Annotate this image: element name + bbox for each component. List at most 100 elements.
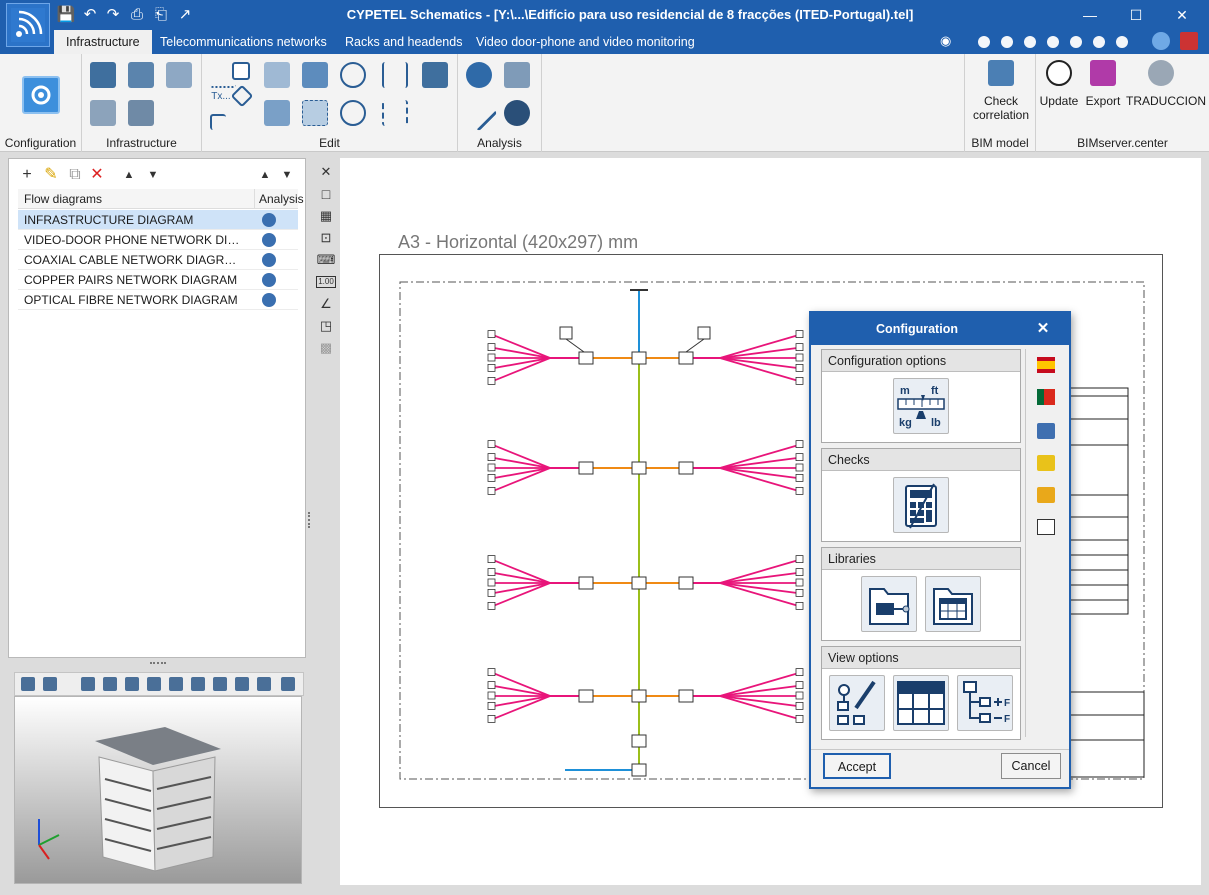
tab-telecommunications-networks[interactable]: Telecommunications networks bbox=[148, 30, 339, 54]
add-icon[interactable]: + bbox=[17, 165, 37, 185]
satellite-dish-icon[interactable] bbox=[128, 62, 154, 88]
delete-icon[interactable]: ✕ bbox=[87, 165, 107, 185]
checks-calculator-icon[interactable] bbox=[893, 477, 949, 533]
analyse-refresh-icon[interactable] bbox=[466, 62, 492, 88]
import-icon[interactable] bbox=[1037, 423, 1055, 439]
svg-text:F: F bbox=[1004, 698, 1010, 709]
marker-icon[interactable] bbox=[230, 84, 254, 108]
rotate-icon[interactable] bbox=[340, 100, 366, 126]
orbit-icon[interactable]: ◳ bbox=[316, 316, 336, 336]
dialog-close-icon[interactable]: ✕ bbox=[1033, 319, 1053, 339]
export-doc-icon[interactable]: ↗ bbox=[175, 5, 195, 25]
minimize-button[interactable]: — bbox=[1067, 0, 1113, 30]
print-preview-icon[interactable]: ⎗ bbox=[151, 5, 171, 25]
ati-box bbox=[678, 461, 694, 475]
scale-icon[interactable] bbox=[302, 100, 328, 126]
table-row[interactable]: VIDEO-DOOR PHONE NETWORK DIAG... bbox=[18, 230, 298, 250]
tab-racks-and-headends[interactable]: Racks and headends bbox=[333, 30, 474, 54]
branch-line-right bbox=[719, 695, 801, 708]
help-book-icon[interactable] bbox=[1180, 32, 1198, 50]
tab-video-door-phone[interactable]: Video door-phone and video monitoring bbox=[464, 30, 707, 54]
update-icon[interactable] bbox=[1046, 60, 1072, 86]
cancel-button[interactable]: Cancel bbox=[1001, 753, 1061, 779]
redo-icon[interactable]: ↷ bbox=[103, 5, 123, 25]
expand-collapse-icon[interactable]: F F bbox=[957, 675, 1013, 731]
update-button[interactable]: Update bbox=[1036, 94, 1082, 108]
splitter-handle[interactable] bbox=[150, 662, 166, 666]
magic-wand-icon[interactable] bbox=[460, 94, 498, 132]
table-view-icon[interactable] bbox=[893, 675, 949, 731]
library-tables-icon[interactable] bbox=[925, 576, 981, 632]
export-button[interactable]: Export bbox=[1080, 94, 1126, 108]
check-correlation-button[interactable]: Check correlation bbox=[965, 94, 1037, 122]
grid-icon[interactable]: ▦ bbox=[316, 206, 336, 226]
scale-label[interactable]: 1.00 bbox=[316, 276, 336, 288]
move-down-icon[interactable]: ▼ bbox=[143, 165, 163, 185]
spain-flag-icon[interactable] bbox=[1037, 357, 1055, 373]
user-avatar-icon[interactable] bbox=[1148, 60, 1174, 86]
move-up-icon[interactable]: ▲ bbox=[119, 165, 139, 185]
select-rectangle-icon[interactable]: □ bbox=[316, 184, 336, 204]
analysis-status-icon[interactable] bbox=[262, 233, 276, 247]
save-icon[interactable]: 💾 bbox=[56, 5, 76, 25]
align-icon[interactable] bbox=[382, 100, 408, 126]
calculator-icon[interactable] bbox=[504, 62, 530, 88]
globe-icon[interactable] bbox=[1152, 32, 1170, 50]
diagram-style-icon[interactable] bbox=[829, 675, 885, 731]
table-row[interactable]: COAXIAL CABLE NETWORK DIAGRAM bbox=[18, 250, 298, 270]
conduit-icon[interactable] bbox=[166, 62, 192, 88]
edit-pencil-icon[interactable]: ✎ bbox=[41, 165, 61, 185]
external-link-icon[interactable] bbox=[1037, 519, 1055, 535]
close-tools-icon[interactable]: ✕ bbox=[316, 162, 336, 182]
cabinet-icon[interactable] bbox=[90, 100, 116, 126]
text-tool-button[interactable]: Tx... bbox=[210, 90, 232, 104]
traduccion-button[interactable]: TRADUCCION bbox=[1124, 94, 1208, 108]
analysis-status-icon[interactable] bbox=[262, 253, 276, 267]
snap-point-icon[interactable]: ⊡ bbox=[316, 228, 336, 248]
brush-icon[interactable] bbox=[422, 62, 448, 88]
table-row[interactable]: OPTICAL FIBRE NETWORK DIAGRAM bbox=[18, 290, 298, 310]
move-icon[interactable] bbox=[340, 62, 366, 88]
configuration-gear-icon[interactable] bbox=[22, 76, 60, 114]
keyboard-icon[interactable]: ⌨ bbox=[316, 250, 336, 270]
branch-line-right bbox=[719, 582, 801, 595]
check-correlation-icon[interactable] bbox=[988, 60, 1014, 86]
tab-infrastructure[interactable]: Infrastructure bbox=[54, 30, 152, 54]
binoculars-icon[interactable]: ◉ bbox=[940, 33, 956, 49]
table-row[interactable]: COPPER PAIRS NETWORK DIAGRAM bbox=[18, 270, 298, 290]
antenna-icon[interactable] bbox=[90, 62, 116, 88]
duplicate-icon[interactable]: ⧉ bbox=[65, 165, 85, 185]
view3d-viewport[interactable] bbox=[14, 696, 302, 884]
corner-line-icon[interactable] bbox=[210, 114, 226, 130]
socket-box-icon[interactable] bbox=[128, 100, 154, 126]
library-components-icon[interactable] bbox=[861, 576, 917, 632]
print-icon[interactable]: ⎙ bbox=[127, 5, 147, 25]
group-label-edit: Edit bbox=[319, 136, 340, 150]
copy-icon[interactable] bbox=[264, 100, 290, 126]
close-window-button[interactable]: ✕ bbox=[1159, 0, 1205, 30]
analysis-up-icon[interactable]: ▲ bbox=[255, 165, 275, 185]
eraser-icon[interactable] bbox=[264, 62, 290, 88]
analysis-status-icon[interactable] bbox=[262, 273, 276, 287]
error-warning-icon[interactable] bbox=[504, 100, 530, 126]
export-icon[interactable] bbox=[1090, 60, 1116, 86]
layer-icon[interactable]: ▩ bbox=[316, 338, 336, 358]
portugal-flag-icon[interactable] bbox=[1037, 389, 1055, 405]
analysis-status-icon[interactable] bbox=[262, 213, 276, 227]
undo-icon[interactable]: ↶ bbox=[80, 5, 100, 25]
app-logo-icon[interactable] bbox=[6, 3, 50, 47]
load-folder-icon[interactable] bbox=[1037, 455, 1055, 471]
stretch-icon[interactable] bbox=[302, 62, 328, 88]
analysis-status-icon[interactable] bbox=[262, 293, 276, 307]
mirror-icon[interactable] bbox=[382, 62, 408, 88]
table-row[interactable]: INFRASTRUCTURE DIAGRAM bbox=[18, 210, 298, 230]
accept-button[interactable]: Accept bbox=[823, 753, 891, 779]
units-config-icon[interactable]: m ft kg lb bbox=[893, 378, 949, 434]
angle-icon[interactable]: ∠ bbox=[316, 294, 336, 314]
save-folder-icon[interactable] bbox=[1037, 487, 1055, 503]
vertical-splitter-handle[interactable] bbox=[308, 512, 312, 528]
analysis-down-icon[interactable]: ▼ bbox=[277, 165, 297, 185]
table-icon[interactable] bbox=[232, 62, 250, 80]
maximize-button[interactable]: ☐ bbox=[1113, 0, 1159, 30]
section-libraries: Libraries bbox=[821, 547, 1021, 641]
